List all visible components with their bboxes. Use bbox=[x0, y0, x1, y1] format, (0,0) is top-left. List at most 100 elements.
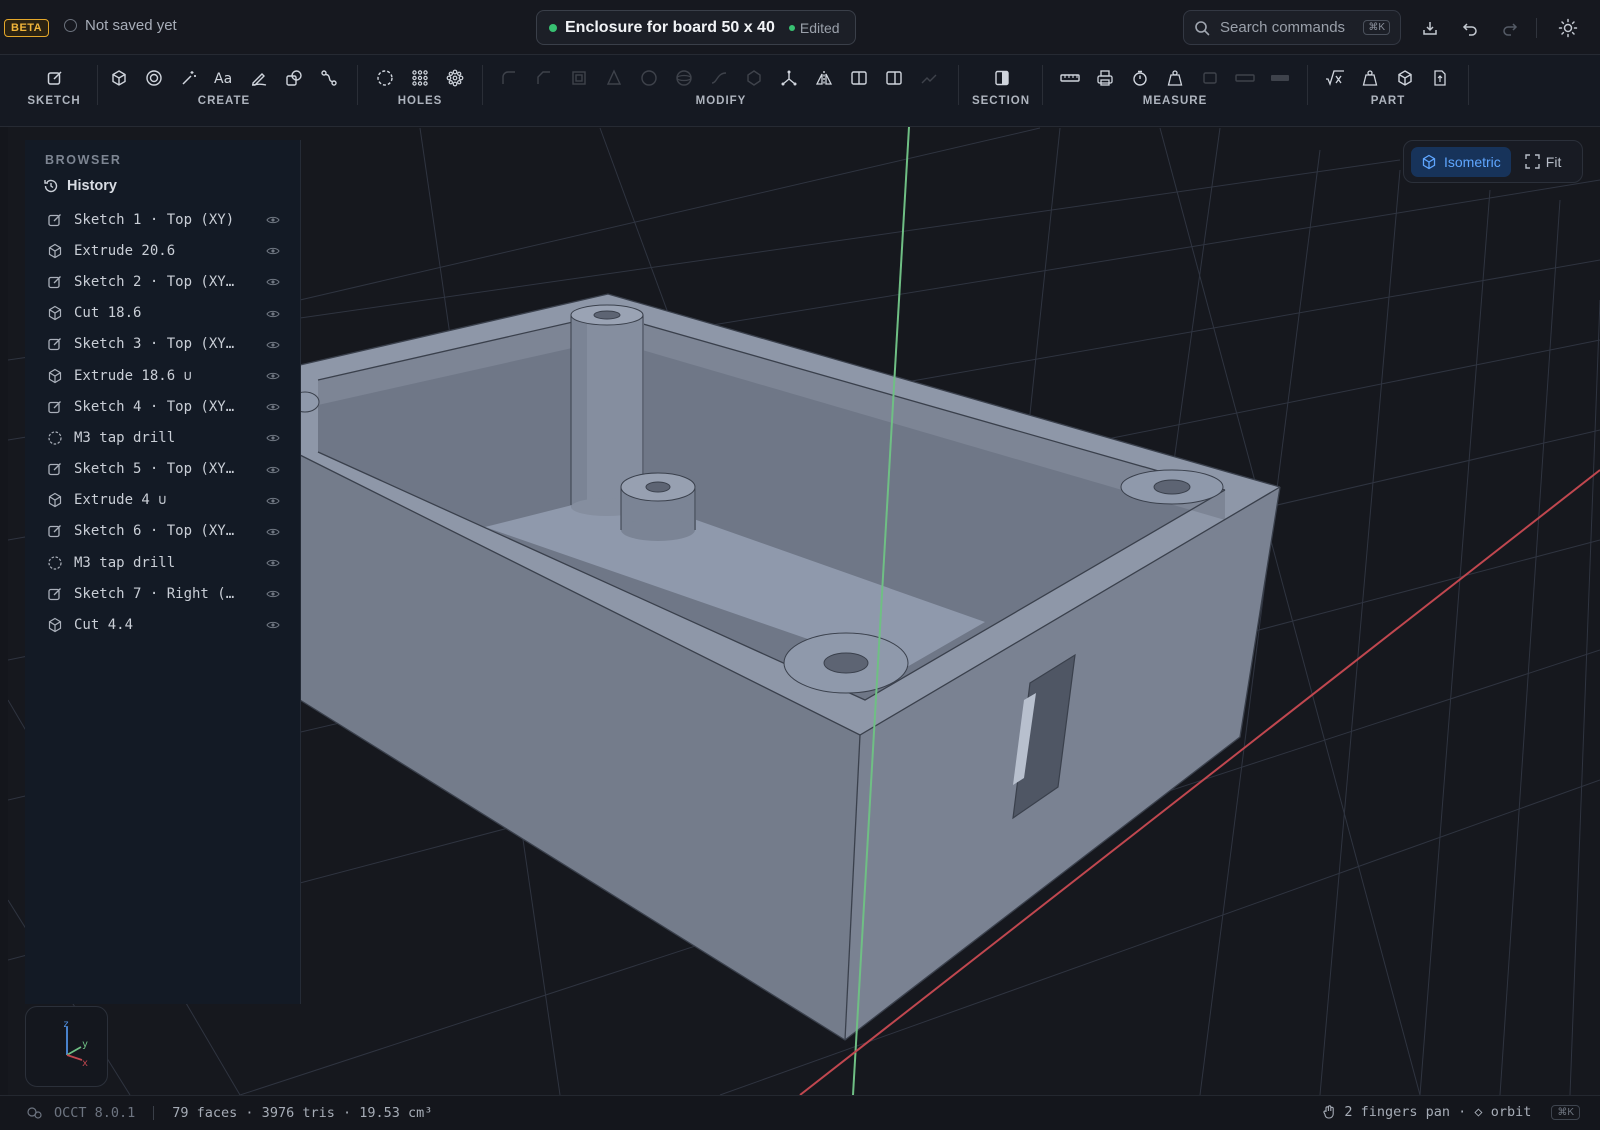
scale-icon[interactable] bbox=[914, 63, 944, 93]
text-icon[interactable]: Aa bbox=[209, 63, 239, 93]
fillet-icon[interactable] bbox=[494, 63, 524, 93]
history-item[interactable]: Sketch 6 · Top (XY… bbox=[39, 516, 295, 547]
group-label-section: SECTION bbox=[971, 95, 1031, 107]
visibility-eye-icon[interactable] bbox=[265, 307, 281, 321]
document-title-pill[interactable]: Enclosure for board 50 x 40 Edited bbox=[536, 10, 856, 45]
visibility-eye-icon[interactable] bbox=[265, 369, 281, 383]
standoff-short bbox=[620, 472, 696, 541]
group-label-part: PART bbox=[1370, 95, 1406, 107]
parameters-icon[interactable] bbox=[1320, 63, 1350, 93]
history-item[interactable]: Extrude 18.6 ∪ bbox=[39, 360, 295, 391]
edited-label: Edited bbox=[799, 19, 840, 36]
split-icon[interactable] bbox=[844, 63, 874, 93]
mirror-icon[interactable] bbox=[809, 63, 839, 93]
fit-view-button[interactable]: Fit bbox=[1517, 147, 1570, 177]
grid-pattern-icon[interactable] bbox=[405, 63, 435, 93]
timer-icon[interactable] bbox=[1125, 63, 1155, 93]
group-label-create: CREATE bbox=[197, 95, 251, 107]
circular-pattern-icon[interactable] bbox=[440, 63, 470, 93]
download-icon[interactable] bbox=[1418, 16, 1442, 40]
extrude-icon[interactable] bbox=[104, 63, 134, 93]
visibility-eye-icon[interactable] bbox=[265, 494, 281, 508]
history-item-label: Sketch 4 · Top (XY… bbox=[74, 398, 235, 415]
sweep-icon[interactable] bbox=[704, 63, 734, 93]
revolve-icon[interactable] bbox=[139, 63, 169, 93]
disabled-tool-icon[interactable] bbox=[1230, 63, 1260, 93]
search-commands[interactable]: Search commands ⌘K bbox=[1183, 10, 1401, 45]
history-item[interactable]: Extrude 20.6 bbox=[39, 235, 295, 266]
extrude-icon bbox=[45, 615, 65, 635]
history-item-label: Sketch 7 · Right (… bbox=[74, 585, 235, 602]
axis-gizmo[interactable]: z y x bbox=[25, 1006, 108, 1087]
history-item[interactable]: Cut 18.6 bbox=[39, 298, 295, 329]
save-status-label: Not saved yet bbox=[85, 17, 177, 34]
history-item[interactable]: Sketch 3 · Top (XY… bbox=[39, 329, 295, 360]
z-axis-label: z bbox=[63, 1019, 69, 1030]
x-axis-label: x bbox=[82, 1058, 88, 1069]
visibility-eye-icon[interactable] bbox=[265, 463, 281, 477]
theme-sun-icon[interactable] bbox=[1556, 16, 1580, 40]
section-icon[interactable] bbox=[987, 63, 1017, 93]
export-icon[interactable] bbox=[1425, 63, 1455, 93]
visibility-eye-icon[interactable] bbox=[265, 244, 281, 258]
loft-icon[interactable] bbox=[739, 63, 769, 93]
history-item-label: Extrude 18.6 ∪ bbox=[74, 367, 193, 384]
history-header[interactable]: History bbox=[43, 178, 117, 194]
engine-icon bbox=[27, 1107, 42, 1119]
divider bbox=[958, 65, 959, 105]
enclosure-model[interactable] bbox=[290, 293, 1281, 1041]
svg-text:Aa: Aa bbox=[214, 71, 232, 87]
group-label-measure: MEASURE bbox=[1142, 95, 1208, 107]
history-item[interactable]: M3 tap drill bbox=[39, 422, 295, 453]
hole-icon[interactable] bbox=[370, 63, 400, 93]
sketch-icon bbox=[45, 334, 65, 354]
visibility-eye-icon[interactable] bbox=[265, 275, 281, 289]
visibility-eye-icon[interactable] bbox=[265, 431, 281, 445]
part-icon[interactable] bbox=[1390, 63, 1420, 93]
freehand-icon[interactable] bbox=[244, 63, 274, 93]
sketch-icon[interactable] bbox=[40, 63, 70, 93]
draft-icon[interactable] bbox=[599, 63, 629, 93]
status-bar: OCCT 8.0.1 79 faces · 3976 tris · 19.53 … bbox=[0, 1095, 1600, 1130]
disabled-tool-icon[interactable] bbox=[1195, 63, 1225, 93]
isometric-view-button[interactable]: Isometric bbox=[1411, 146, 1511, 177]
visibility-eye-icon[interactable] bbox=[265, 525, 281, 539]
history-item[interactable]: Extrude 4 ∪ bbox=[39, 485, 295, 516]
browser-title: BROWSER bbox=[45, 153, 122, 167]
shell-icon[interactable] bbox=[564, 63, 594, 93]
sphere-icon[interactable] bbox=[669, 63, 699, 93]
visibility-eye-icon[interactable] bbox=[265, 587, 281, 601]
history-item[interactable]: Sketch 4 · Top (XY… bbox=[39, 391, 295, 422]
ruler-icon[interactable] bbox=[1055, 63, 1085, 93]
top-bar: BETA Not saved yet Enclosure for board 5… bbox=[0, 0, 1600, 55]
visibility-eye-icon[interactable] bbox=[265, 400, 281, 414]
history-item-label: Sketch 5 · Top (XY… bbox=[74, 461, 235, 478]
magic-icon[interactable] bbox=[174, 63, 204, 93]
disabled-tool-icon[interactable] bbox=[1265, 63, 1295, 93]
chamfer-icon[interactable] bbox=[529, 63, 559, 93]
visibility-eye-icon[interactable] bbox=[265, 618, 281, 632]
printer-icon[interactable] bbox=[1090, 63, 1120, 93]
history-item[interactable]: Sketch 7 · Right (… bbox=[39, 578, 295, 609]
history-item[interactable]: Sketch 5 · Top (XY… bbox=[39, 454, 295, 485]
history-item[interactable]: M3 tap drill bbox=[39, 547, 295, 578]
split-body-icon[interactable] bbox=[879, 63, 909, 93]
redo-icon[interactable] bbox=[1498, 16, 1522, 40]
kernel-version: OCCT 8.0.1 bbox=[54, 1105, 136, 1121]
visibility-eye-icon[interactable] bbox=[265, 338, 281, 352]
history-item[interactable]: Sketch 2 · Top (XY… bbox=[39, 266, 295, 297]
shapes-icon[interactable] bbox=[279, 63, 309, 93]
visibility-eye-icon[interactable] bbox=[265, 213, 281, 227]
path-icon[interactable] bbox=[314, 63, 344, 93]
weight-icon[interactable] bbox=[1355, 63, 1385, 93]
history-item-label: Extrude 4 ∪ bbox=[74, 492, 167, 509]
visibility-eye-icon[interactable] bbox=[265, 556, 281, 570]
mass-icon[interactable] bbox=[1160, 63, 1190, 93]
undo-icon[interactable] bbox=[1458, 16, 1482, 40]
history-item[interactable]: Cut 4.4 bbox=[39, 609, 295, 640]
transform-icon[interactable] bbox=[774, 63, 804, 93]
boolean-icon[interactable] bbox=[634, 63, 664, 93]
isometric-label: Isometric bbox=[1444, 153, 1501, 170]
sketch-icon bbox=[45, 210, 65, 230]
history-item[interactable]: Sketch 1 · Top (XY) bbox=[39, 204, 295, 235]
